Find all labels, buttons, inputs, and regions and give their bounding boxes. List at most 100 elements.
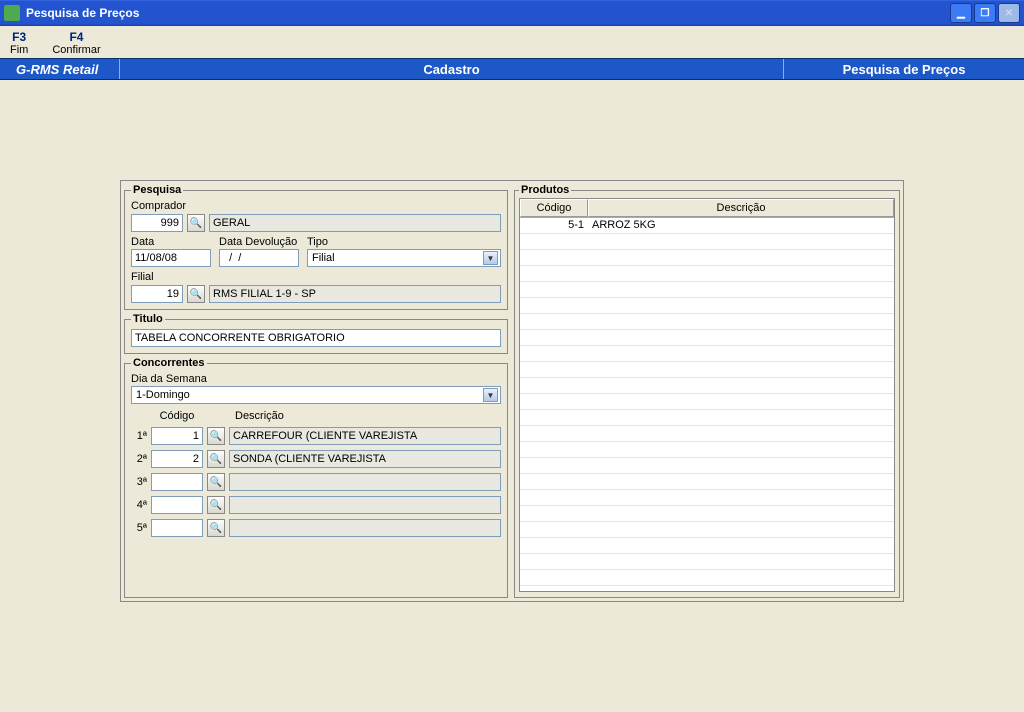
binoculars-icon: 🔍 [210, 477, 222, 488]
pesquisa-group: Pesquisa Comprador 🔍 Data Data Devolução [124, 184, 508, 310]
dia-select[interactable]: 1-Domingo ▼ [131, 386, 501, 404]
concorrente-code-input[interactable] [151, 519, 203, 537]
minimize-icon: ▁ [957, 8, 965, 19]
filial-code-input[interactable] [131, 285, 183, 303]
comprador-lookup-button[interactable]: 🔍 [187, 214, 205, 232]
table-row [520, 330, 894, 346]
table-row [520, 474, 894, 490]
produtos-table: Código Descrição 5-1ARROZ 5KG [519, 198, 895, 592]
devolucao-input[interactable] [219, 249, 299, 267]
table-row [520, 250, 894, 266]
concorrentes-legend: Concorrentes [131, 357, 207, 369]
filial-label: Filial [131, 271, 501, 283]
table-row [520, 570, 894, 586]
close-icon: ✕ [1005, 8, 1013, 19]
pesquisa-legend: Pesquisa [131, 184, 183, 196]
concorrente-desc-display [229, 427, 501, 445]
table-row [520, 426, 894, 442]
concorrente-row: 5ª 🔍 [131, 519, 501, 537]
produtos-descricao-header: Descrição [588, 199, 894, 217]
concorrente-lookup-button[interactable]: 🔍 [207, 427, 225, 445]
header-right: Pesquisa de Preços [784, 59, 1024, 79]
f3-key-label: F3 [10, 30, 28, 44]
binoculars-icon: 🔍 [190, 289, 202, 300]
concorrente-lookup-button[interactable]: 🔍 [207, 450, 225, 468]
data-label: Data [131, 236, 215, 248]
produto-desc: ARROZ 5KG [588, 218, 894, 233]
binoculars-icon: 🔍 [210, 454, 222, 465]
maximize-button[interactable]: ❐ [974, 3, 996, 23]
header-left: G-RMS Retail [0, 59, 120, 79]
table-row [520, 266, 894, 282]
concorrente-ord: 1ª [131, 430, 147, 442]
titulo-input[interactable] [131, 329, 501, 347]
tipo-value: Filial [312, 252, 335, 264]
comprador-label: Comprador [131, 200, 501, 212]
chevron-down-icon: ▼ [483, 388, 498, 402]
produtos-group: Produtos Código Descrição 5-1ARROZ 5KG [514, 184, 900, 598]
table-row [520, 554, 894, 570]
concorrente-code-input[interactable] [151, 473, 203, 491]
concorrente-code-input[interactable] [151, 427, 203, 445]
concorrente-lookup-button[interactable]: 🔍 [207, 473, 225, 491]
window-titlebar: Pesquisa de Preços ▁ ❐ ✕ [0, 0, 1024, 26]
concorrente-code-input[interactable] [151, 450, 203, 468]
produtos-body[interactable]: 5-1ARROZ 5KG [520, 218, 894, 591]
binoculars-icon: 🔍 [210, 431, 222, 442]
conc-descricao-header: Descrição [229, 410, 501, 422]
table-row [520, 314, 894, 330]
table-row [520, 410, 894, 426]
f3-label: Fim [10, 44, 28, 56]
concorrente-row: 3ª 🔍 [131, 473, 501, 491]
concorrente-row: 1ª 🔍 [131, 427, 501, 445]
concorrente-row: 2ª 🔍 [131, 450, 501, 468]
table-row [520, 298, 894, 314]
data-input[interactable] [131, 249, 211, 267]
header-bar: G-RMS Retail Cadastro Pesquisa de Preços [0, 58, 1024, 80]
concorrente-lookup-button[interactable]: 🔍 [207, 519, 225, 537]
produtos-codigo-header: Código [520, 199, 588, 217]
binoculars-icon: 🔍 [190, 218, 202, 229]
concorrente-ord: 4ª [131, 499, 147, 511]
header-mid: Cadastro [120, 59, 784, 79]
concorrente-row: 4ª 🔍 [131, 496, 501, 514]
concorrente-desc-display [229, 496, 501, 514]
table-row [520, 394, 894, 410]
table-row [520, 522, 894, 538]
concorrente-code-input[interactable] [151, 496, 203, 514]
concorrente-desc-display [229, 473, 501, 491]
window-title: Pesquisa de Preços [26, 6, 139, 20]
table-row [520, 538, 894, 554]
conc-codigo-header: Código [151, 410, 203, 422]
table-row [520, 282, 894, 298]
concorrente-lookup-button[interactable]: 🔍 [207, 496, 225, 514]
concorrente-ord: 5ª [131, 522, 147, 534]
produtos-legend: Produtos [519, 184, 571, 196]
concorrentes-group: Concorrentes Dia da Semana 1-Domingo ▼ C… [124, 357, 508, 598]
app-icon [4, 5, 20, 21]
dia-label: Dia da Semana [131, 373, 501, 385]
menu-confirmar[interactable]: F4 Confirmar [52, 30, 100, 56]
devolucao-label: Data Devolução [219, 236, 303, 248]
table-row [520, 234, 894, 250]
produto-code: 5-1 [520, 218, 588, 233]
f4-label: Confirmar [52, 44, 100, 56]
titulo-group: Titulo [124, 313, 508, 354]
tipo-select[interactable]: Filial ▼ [307, 249, 501, 267]
maximize-icon: ❐ [981, 8, 990, 19]
comprador-code-input[interactable] [131, 214, 183, 232]
minimize-button[interactable]: ▁ [950, 3, 972, 23]
filial-lookup-button[interactable]: 🔍 [187, 285, 205, 303]
concorrente-ord: 3ª [131, 476, 147, 488]
menu-fim[interactable]: F3 Fim [10, 30, 28, 56]
chevron-down-icon: ▼ [483, 251, 498, 265]
concorrente-desc-display [229, 519, 501, 537]
table-row [520, 506, 894, 522]
table-row[interactable]: 5-1ARROZ 5KG [520, 218, 894, 234]
binoculars-icon: 🔍 [210, 523, 222, 534]
f4-key-label: F4 [52, 30, 100, 44]
table-row [520, 442, 894, 458]
table-row [520, 490, 894, 506]
filial-desc-display [209, 285, 501, 303]
concorrente-ord: 2ª [131, 453, 147, 465]
